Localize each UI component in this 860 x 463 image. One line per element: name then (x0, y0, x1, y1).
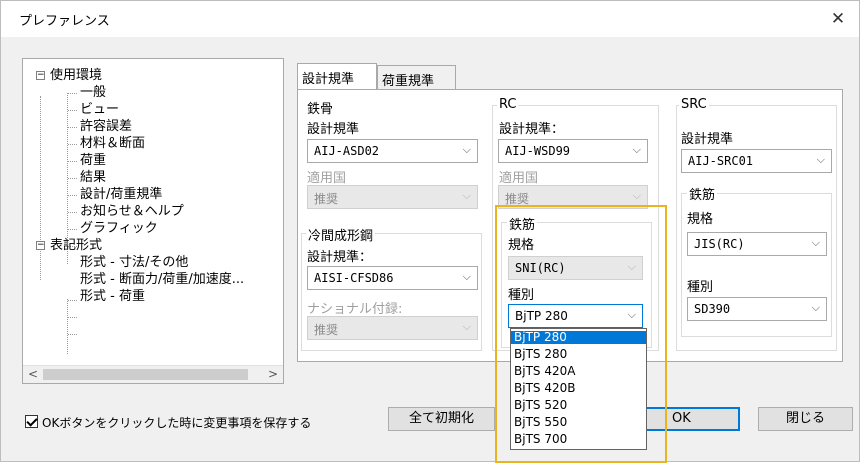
grade-dropdown-list[interactable]: BjTP 280 BjTS 280 BjTS 420A BjTS 420B Bj… (510, 328, 647, 450)
preferences-dialog: プレファレンス ✕ − 使用環境 一般 ビュー 許容誤差 材料＆断面 荷重 結果… (0, 0, 860, 463)
cold-code-select[interactable]: AISI-CFSD86 ⌵ (307, 266, 478, 290)
rc-spec-value: SNI(RC) (515, 261, 566, 275)
rc-code-value: AIJ-WSD99 (505, 144, 571, 158)
tree-item-load[interactable]: 荷重 (80, 152, 106, 169)
collapse-icon[interactable]: − (36, 241, 45, 250)
chevron-down-icon: ⌵ (462, 189, 471, 202)
tab-design-code[interactable]: 設計規準 (297, 63, 377, 89)
src-spec-label: 規格 (687, 212, 714, 227)
scroll-left-icon[interactable]: < (24, 366, 42, 383)
chevron-down-icon: ⌵ (632, 143, 641, 156)
tree-item-tolerance[interactable]: 許容誤差 (80, 118, 132, 135)
tree-item-material-section[interactable]: 材料＆断面 (80, 135, 145, 152)
rc-group-title: RC (497, 97, 519, 112)
steel-country-select: 推奨 ⌵ (307, 185, 478, 209)
scroll-right-icon[interactable]: > (264, 366, 282, 383)
tree-item-format-load[interactable]: 形式 - 荷重 (80, 288, 145, 305)
save-on-ok-label[interactable]: OKボタンをクリックした時に変更事項を保存する (42, 414, 311, 431)
src-grade-label: 種別 (687, 280, 714, 295)
steel-code-value: AIJ-ASD02 (314, 144, 380, 158)
chevron-down-icon: ⌵ (627, 308, 636, 321)
rc-grade-label: 種別 (508, 288, 535, 303)
dropdown-option[interactable]: BjTS 700 (511, 433, 646, 446)
rc-country-select: 推奨 ⌵ (498, 185, 648, 209)
dropdown-option[interactable]: BjTS 420B (511, 382, 646, 395)
rc-code-label: 設計規準： (499, 122, 565, 137)
tree-item-format-force[interactable]: 形式 - 断面力/荷重/加速度... (80, 271, 244, 288)
window-title: プレファレンス (19, 14, 110, 29)
rc-country-value: 推奨 (505, 192, 530, 206)
rc-country-label: 適用国 (499, 171, 539, 186)
src-grade-select[interactable]: SD390 ⌵ (687, 297, 827, 321)
src-group-title-bg: SRC (679, 97, 709, 112)
src-spec-value: JIS(RC) (694, 237, 745, 251)
scroll-thumb[interactable] (43, 369, 248, 380)
tree-item-notation[interactable]: 表記形式 (50, 237, 102, 254)
tree-item-design-load-code[interactable]: 設計/荷重規準 (80, 186, 162, 203)
tree-item-environment[interactable]: 使用環境 (50, 67, 102, 84)
steel-group-title: 鉄骨 (307, 102, 334, 117)
cold-code-label: 設計規準： (307, 250, 373, 265)
rc-grade-value: BjTP 280 (515, 309, 568, 323)
src-code-label: 設計規準 (681, 132, 734, 147)
chevron-down-icon: ⌵ (627, 260, 636, 273)
cold-annex-value: 推奨 (314, 323, 339, 337)
collapse-icon[interactable]: − (36, 71, 45, 80)
chevron-down-icon: ⌵ (462, 143, 471, 156)
tree-item-notice-help[interactable]: お知らせ＆ヘルプ (80, 203, 184, 220)
src-rebar-group-title: 鉄筋 (687, 184, 718, 203)
tree-item-general[interactable]: 一般 (80, 84, 106, 101)
dropdown-option[interactable]: BjTS 550 (511, 416, 646, 429)
tree-item-result[interactable]: 結果 (80, 169, 106, 186)
src-code-value: AIJ-SRC01 (688, 154, 754, 168)
cold-formed-group-title: 冷間成形鋼 (306, 225, 376, 244)
rc-spec-label: 規格 (508, 238, 535, 253)
cold-code-value: AISI-CFSD86 (314, 271, 394, 285)
steel-code-select[interactable]: AIJ-ASD02 ⌵ (307, 139, 478, 163)
steel-country-label: 適用国 (307, 171, 347, 186)
src-code-select[interactable]: AIJ-SRC01 ⌵ (681, 149, 832, 173)
category-tree[interactable]: − 使用環境 一般 ビュー 許容誤差 材料＆断面 荷重 結果 設計/荷重規準 お… (22, 58, 284, 384)
rc-code-select[interactable]: AIJ-WSD99 ⌵ (498, 139, 648, 163)
title-bar: プレファレンス ✕ (1, 1, 859, 37)
tree-item-format-dimension[interactable]: 形式 - 寸法/その他 (80, 254, 188, 271)
tree-item-graphic[interactable]: グラフィック (80, 220, 158, 237)
src-grade-value: SD390 (694, 302, 731, 316)
chevron-down-icon: ⌵ (462, 320, 471, 333)
cold-annex-label: ナショナル付録: (307, 302, 403, 317)
dropdown-option[interactable]: BjTS 420A (511, 365, 646, 378)
steel-country-value: 推奨 (314, 192, 339, 206)
steel-code-label: 設計規準 (307, 122, 360, 137)
dropdown-option[interactable]: BjTS 520 (511, 399, 646, 412)
chevron-down-icon: ⌵ (632, 189, 641, 202)
rc-grade-select[interactable]: BjTP 280 ⌵ (508, 304, 643, 328)
checkbox-checked-icon[interactable] (25, 415, 38, 428)
close-button[interactable]: 閉じる (758, 407, 853, 431)
tab-load-code[interactable]: 荷重規準 (377, 65, 456, 89)
reset-all-button[interactable]: 全て初期化 (388, 407, 495, 431)
rc-spec-select[interactable]: SNI(RC) ⌵ (508, 256, 643, 280)
rc-rebar-group-title: 鉄筋 (507, 214, 538, 233)
src-spec-select[interactable]: JIS(RC) ⌵ (687, 232, 827, 256)
horizontal-scrollbar[interactable]: < > (23, 365, 283, 383)
chevron-down-icon: ⌵ (816, 153, 825, 166)
dropdown-option[interactable]: BjTS 280 (511, 348, 646, 361)
cold-annex-select: 推奨 ⌵ (307, 316, 478, 340)
chevron-down-icon: ⌵ (811, 236, 820, 249)
dropdown-option[interactable]: BjTP 280 (511, 331, 646, 344)
tree-item-view[interactable]: ビュー (80, 101, 119, 118)
close-icon[interactable]: ✕ (823, 5, 853, 33)
ok-button[interactable]: OK (645, 407, 740, 431)
chevron-down-icon: ⌵ (462, 270, 471, 283)
chevron-down-icon: ⌵ (811, 301, 820, 314)
